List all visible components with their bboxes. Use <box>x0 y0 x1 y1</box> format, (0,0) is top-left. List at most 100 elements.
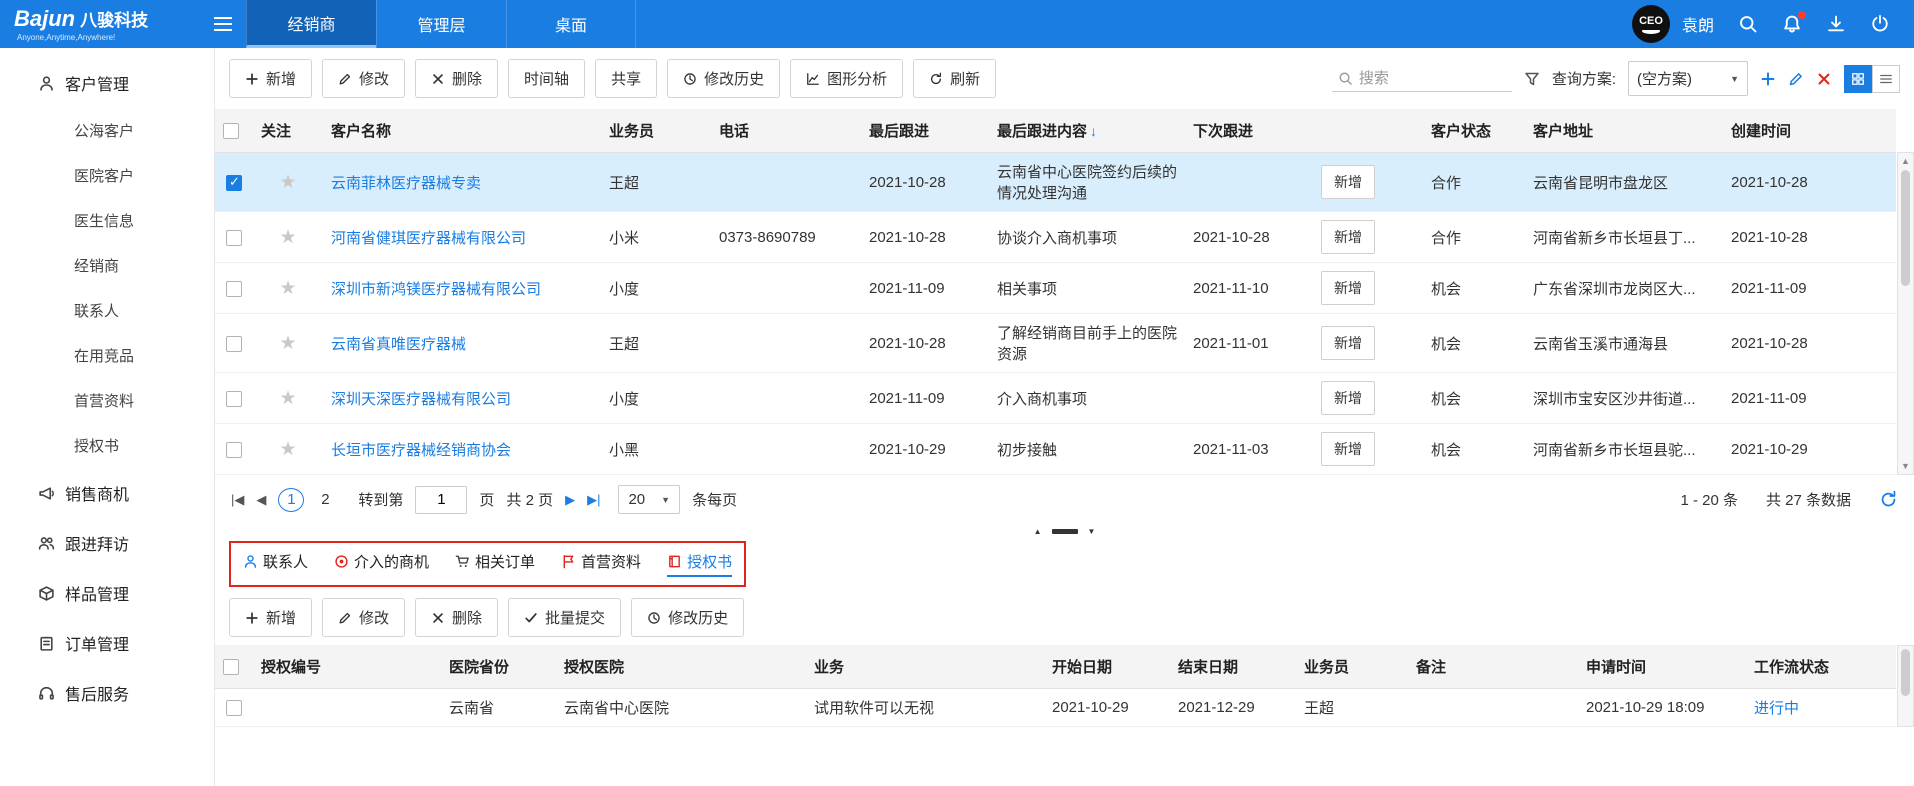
notifications-button[interactable] <box>1782 14 1802 34</box>
refresh-icon[interactable] <box>1879 490 1898 509</box>
search-input[interactable] <box>1359 70 1499 87</box>
workflow-status-link[interactable]: 进行中 <box>1754 700 1799 717</box>
avatar[interactable]: CEO <box>1632 5 1670 43</box>
customer-name-link[interactable]: 深圳天深医疗器械有限公司 <box>331 391 511 408</box>
page-size-select[interactable]: 20 ▼ <box>618 485 680 514</box>
first-page-button[interactable]: |◀ <box>231 492 244 508</box>
star-icon[interactable]: ★ <box>279 227 296 248</box>
authorization-row[interactable]: 云南省云南省中心医院试用软件可以无视2021-10-292021-12-29王超… <box>215 689 1896 727</box>
sidebar-item[interactable]: 经销商 <box>0 243 214 288</box>
sidebar-item[interactable]: 公海客户 <box>0 108 214 153</box>
top-tab-0[interactable]: 经销商 <box>246 0 376 48</box>
edit-button[interactable]: 修改 <box>322 598 405 637</box>
customer-name-link[interactable]: 长垣市医疗器械经销商协会 <box>331 442 511 459</box>
column-header[interactable]: 最后跟进内容↓ <box>989 109 1185 153</box>
edit-history-button[interactable]: 修改历史 <box>631 598 744 637</box>
scroll-down-icon[interactable]: ▼ <box>1901 459 1910 473</box>
column-header[interactable] <box>1313 109 1423 153</box>
row-add-button[interactable]: 新增 <box>1321 165 1375 199</box>
sidebar-section[interactable]: 客户管理 <box>0 58 214 108</box>
sidebar-item[interactable]: 在用竞品 <box>0 333 214 378</box>
scheme-select[interactable]: (空方案) ▼ <box>1628 61 1748 96</box>
add-scheme-icon[interactable] <box>1760 71 1776 87</box>
column-header[interactable]: 客户名称 <box>323 109 601 153</box>
row-checkbox[interactable] <box>226 336 242 352</box>
goto-page-input[interactable] <box>415 486 467 514</box>
scroll-up-icon[interactable]: ▲ <box>1901 154 1910 168</box>
delete-button[interactable]: 删除 <box>415 598 498 637</box>
grid-view-button[interactable] <box>1844 65 1872 93</box>
column-header[interactable]: 医院省份 <box>441 645 556 689</box>
row-add-button[interactable]: 新增 <box>1321 381 1375 415</box>
sidebar-item[interactable]: 首营资料 <box>0 378 214 423</box>
column-header[interactable]: 业务员 <box>601 109 711 153</box>
page-number-1[interactable]: 1 <box>278 488 304 512</box>
row-checkbox[interactable] <box>226 175 242 191</box>
search-box[interactable] <box>1332 66 1512 92</box>
column-header[interactable]: 创建时间 <box>1723 109 1896 153</box>
column-header[interactable]: 客户地址 <box>1525 109 1723 153</box>
sidebar-item[interactable]: 医生信息 <box>0 198 214 243</box>
customer-row[interactable]: ★河南省健琪医疗器械有限公司小米0373-86907892021-10-28协谈… <box>215 212 1896 263</box>
column-header[interactable]: 电话 <box>711 109 861 153</box>
row-add-button[interactable]: 新增 <box>1321 220 1375 254</box>
row-checkbox[interactable] <box>226 391 242 407</box>
column-header[interactable]: 业务员 <box>1296 645 1408 689</box>
edit-scheme-icon[interactable] <box>1788 71 1804 87</box>
column-header[interactable]: 申请时间 <box>1578 645 1746 689</box>
customer-name-link[interactable]: 云南菲林医疗器械专卖 <box>331 175 481 192</box>
delete-scheme-icon[interactable] <box>1816 71 1832 87</box>
top-tab-1[interactable]: 管理层 <box>376 0 506 48</box>
power-button[interactable] <box>1870 14 1890 34</box>
sidebar-item[interactable]: 授权书 <box>0 423 214 468</box>
select-all-checkbox[interactable] <box>223 659 239 675</box>
star-icon[interactable]: ★ <box>279 333 296 354</box>
row-checkbox[interactable] <box>226 442 242 458</box>
page-number-2[interactable]: 2 <box>312 488 338 512</box>
column-header[interactable]: 最后跟进 <box>861 109 989 153</box>
row-checkbox[interactable] <box>226 700 242 716</box>
select-all-checkbox[interactable] <box>223 123 239 139</box>
row-checkbox[interactable] <box>226 281 242 297</box>
top-tab-2[interactable]: 桌面 <box>506 0 636 48</box>
sidebar-section[interactable]: 样品管理 <box>0 568 214 618</box>
prev-page-button[interactable]: ◀ <box>256 492 266 508</box>
edit-history-button[interactable]: 修改历史 <box>667 59 780 98</box>
column-header[interactable]: 客户状态 <box>1423 109 1525 153</box>
customer-name-link[interactable]: 云南省真唯医疗器械 <box>331 336 466 353</box>
vertical-scrollbar[interactable] <box>1897 645 1914 727</box>
scrollbar-thumb[interactable] <box>1901 649 1910 696</box>
sidebar-item[interactable]: 联系人 <box>0 288 214 333</box>
chart-analysis-button[interactable]: 图形分析 <box>790 59 903 98</box>
customer-row[interactable]: ★云南菲林医疗器械专卖王超2021-10-28云南省中心医院签约后续的情况处理沟… <box>215 153 1896 212</box>
column-header[interactable]: 备注 <box>1408 645 1578 689</box>
global-search-button[interactable] <box>1738 14 1758 34</box>
customer-row[interactable]: ★深圳市新鸿镁医疗器械有限公司小度2021-11-09相关事项2021-11-1… <box>215 263 1896 314</box>
customer-row[interactable]: ★云南省真唯医疗器械王超2021-10-28了解经销商目前手上的医院资源2021… <box>215 314 1896 373</box>
add-button[interactable]: 新增 <box>229 59 312 98</box>
app-logo[interactable]: Bajun 八骏科技 Anyone,Anytime,Anywhere! <box>0 0 200 48</box>
sidebar-section[interactable]: 跟进拜访 <box>0 518 214 568</box>
next-page-button[interactable]: ▶ <box>565 492 575 508</box>
sidebar-section[interactable]: 订单管理 <box>0 618 214 668</box>
column-header[interactable]: 关注 <box>253 109 323 153</box>
customer-name-link[interactable]: 河南省健琪医疗器械有限公司 <box>331 230 526 247</box>
customer-row[interactable]: ★长垣市医疗器械经销商协会小黑2021-10-29初步接触2021-11-03新… <box>215 424 1896 475</box>
list-view-button[interactable] <box>1872 65 1900 93</box>
subtab-related-orders[interactable]: 相关订单 <box>455 551 535 577</box>
username[interactable]: 袁朗 <box>1682 12 1714 36</box>
scrollbar-thumb[interactable] <box>1901 170 1910 286</box>
menu-icon[interactable] <box>200 0 246 48</box>
customer-row[interactable]: ★深圳天深医疗器械有限公司小度2021-11-09介入商机事项新增机会深圳市宝安… <box>215 373 1896 424</box>
column-header[interactable]: 业务 <box>806 645 1044 689</box>
star-icon[interactable]: ★ <box>279 278 296 299</box>
subtab-opportunities[interactable]: 介入的商机 <box>334 551 429 577</box>
refresh-button[interactable]: 刷新 <box>913 59 996 98</box>
subtab-contacts[interactable]: 联系人 <box>243 551 308 577</box>
panel-collapse-handle[interactable]: ▲ ▼ <box>215 524 1914 538</box>
timeline-button[interactable]: 时间轴 <box>508 59 585 98</box>
row-checkbox[interactable] <box>226 230 242 246</box>
customer-name-link[interactable]: 深圳市新鸿镁医疗器械有限公司 <box>331 281 541 298</box>
row-add-button[interactable]: 新增 <box>1321 326 1375 360</box>
star-icon[interactable]: ★ <box>279 388 296 409</box>
